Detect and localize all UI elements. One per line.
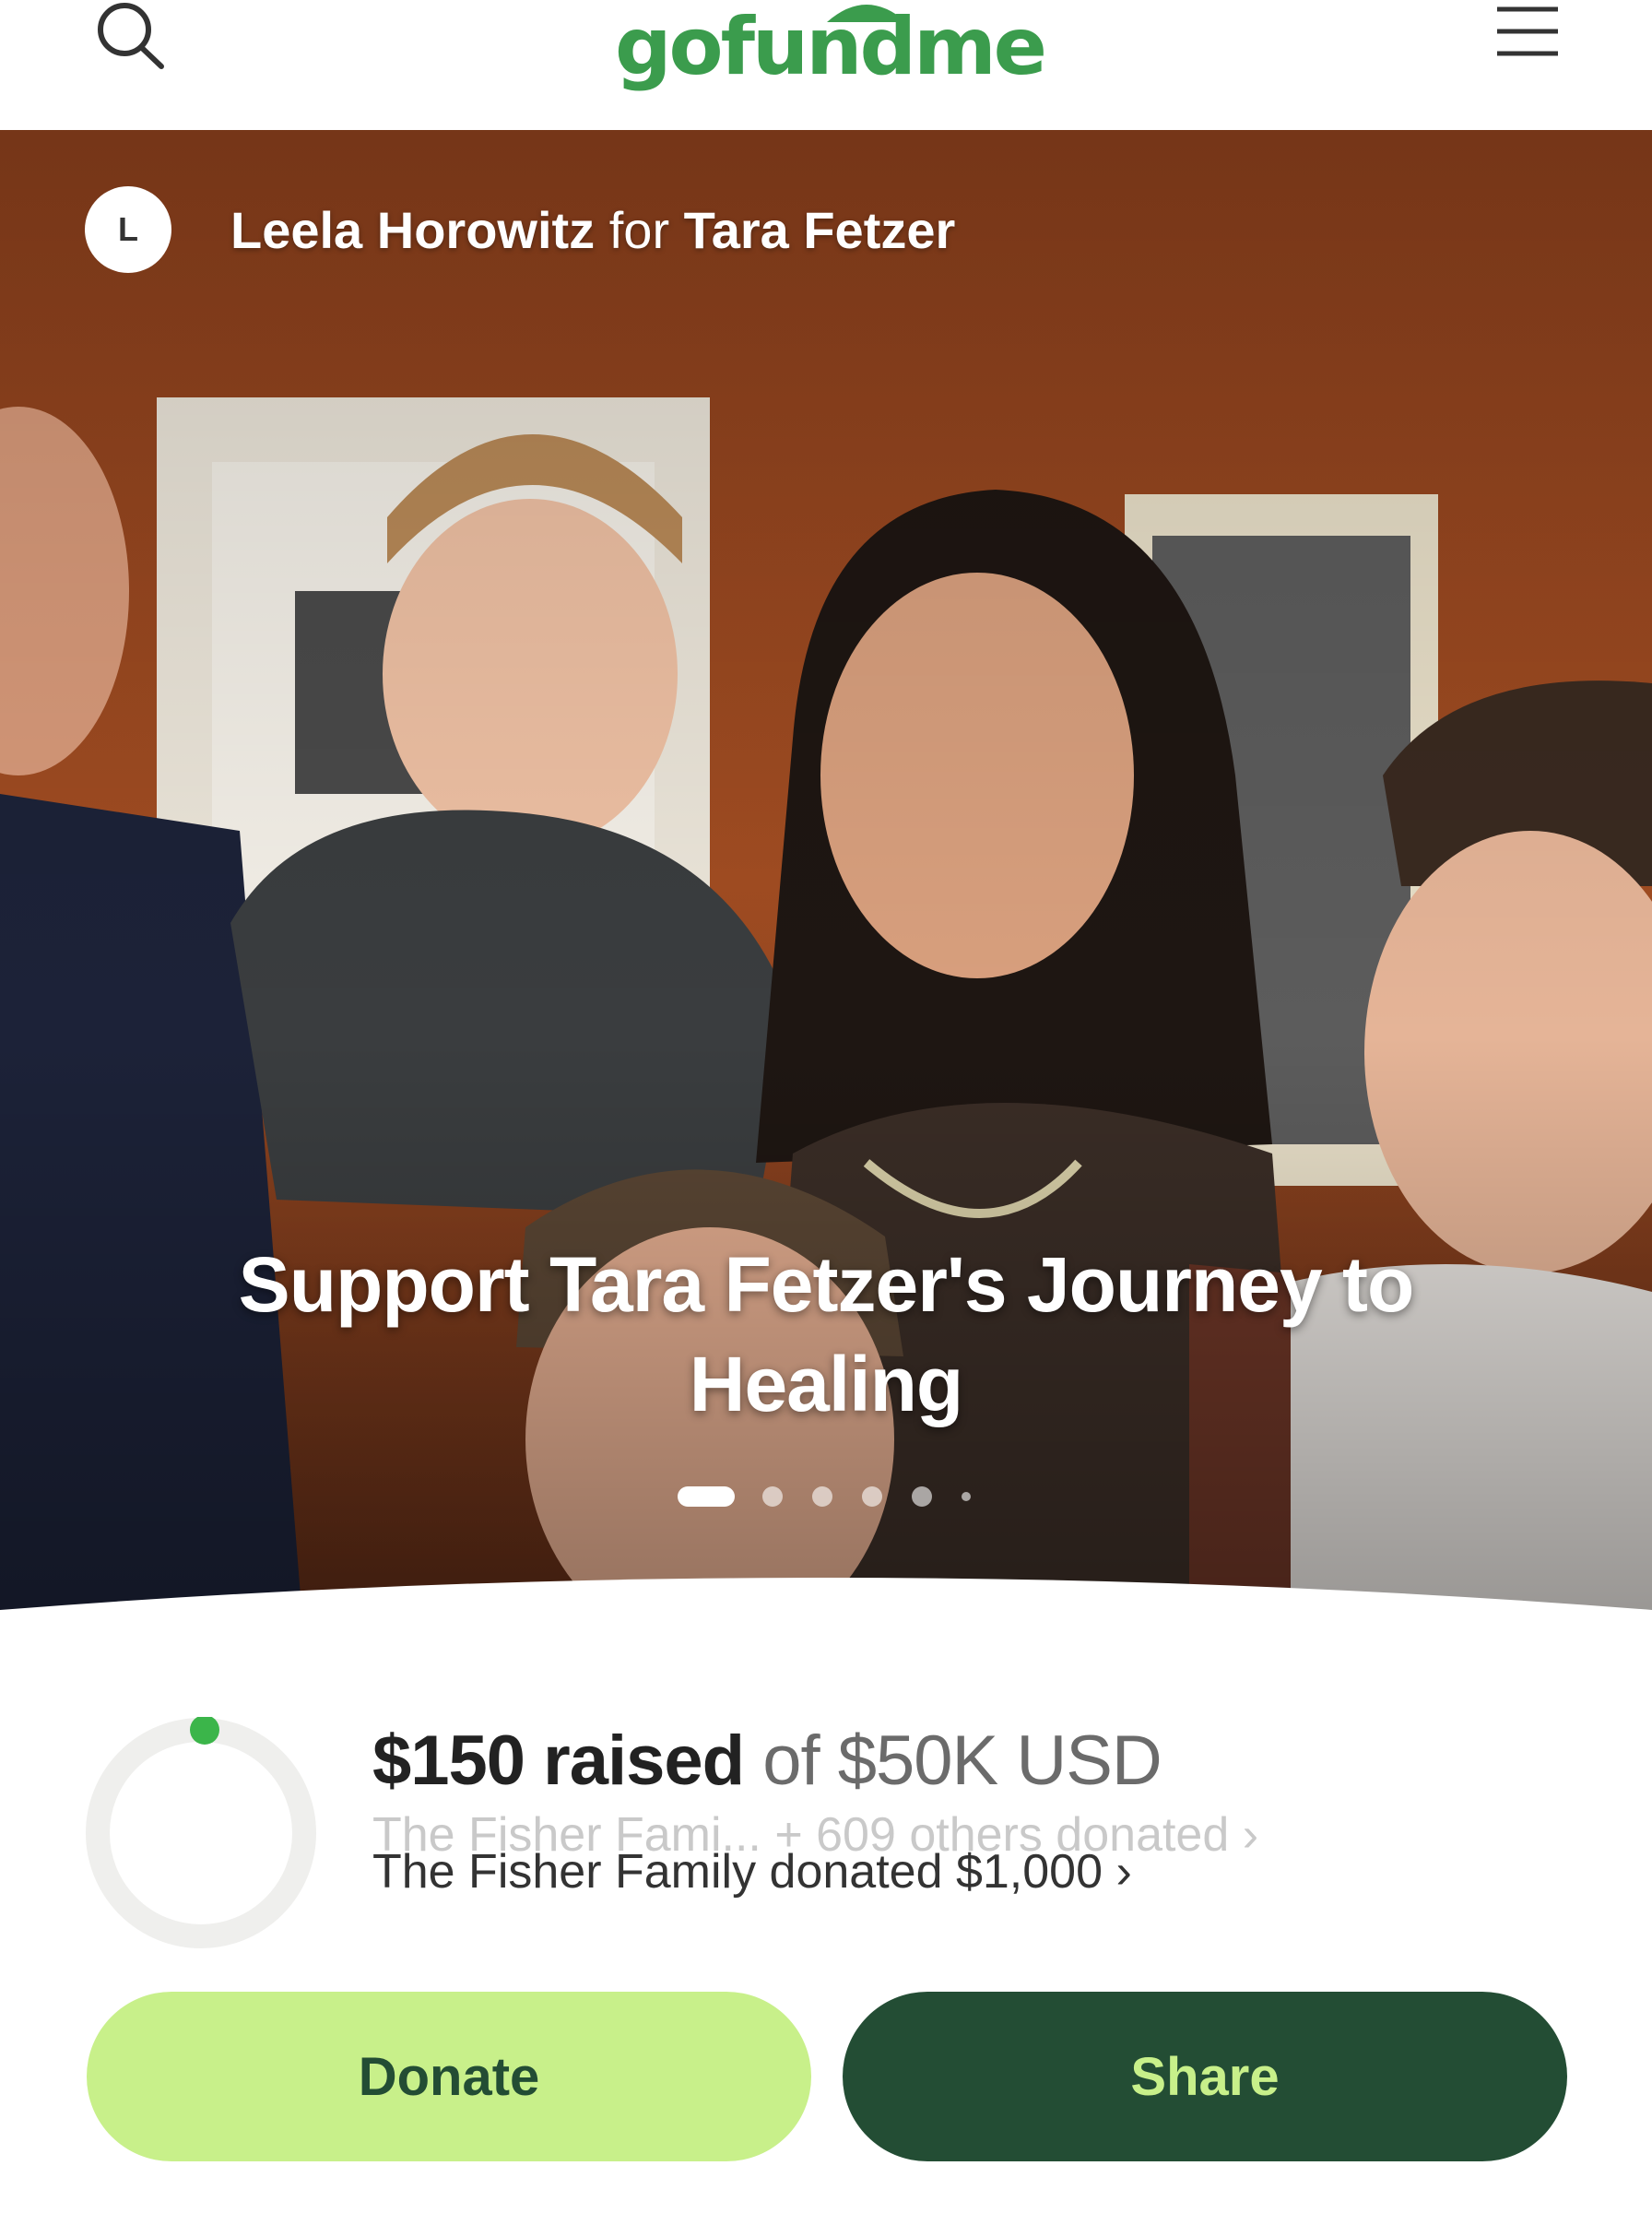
carousel-dot-1[interactable] xyxy=(678,1486,735,1507)
raised-amount: $150 raised xyxy=(372,1722,745,1800)
top-donor-text: The Fisher Family donated $1,000 xyxy=(372,1845,1103,1899)
campaign-hero[interactable]: L Leela Horowitz for Tara Fetzer Support… xyxy=(0,130,1652,1642)
chevron-right-icon: › xyxy=(1115,1845,1132,1899)
carousel-dot-6[interactable] xyxy=(962,1492,971,1501)
hamburger-menu-icon xyxy=(1497,6,1558,56)
organizer-connector: for xyxy=(608,200,670,259)
search-button[interactable] xyxy=(88,0,171,74)
campaign-title: Support Tara Fetzer's Journey to Healing xyxy=(238,1241,1415,1427)
organizer-line: Leela Horowitz for Tara Fetzer xyxy=(230,200,955,260)
carousel-dot-5[interactable] xyxy=(912,1486,932,1507)
hero-bottom-curve xyxy=(0,1578,1652,1642)
top-header: gofundme xyxy=(0,0,1652,130)
goal-amount: of $50K USD xyxy=(762,1722,1162,1800)
carousel-dot-3[interactable] xyxy=(812,1486,832,1507)
raised-summary: $150 raised of $50K USD xyxy=(372,1721,1162,1801)
organizer-info[interactable]: L Leela Horowitz for Tara Fetzer xyxy=(85,185,955,274)
carousel-dot-4[interactable] xyxy=(862,1486,882,1507)
carousel-dots xyxy=(678,1483,1000,1510)
carousel-dot-2[interactable] xyxy=(762,1486,783,1507)
logo-arc-icon xyxy=(827,5,906,22)
progress-ring xyxy=(86,1717,316,1948)
top-donor-line[interactable]: The Fisher Family donated $1,000 › xyxy=(372,1844,1132,1899)
beneficiary-name: Tara Fetzer xyxy=(683,200,956,259)
organizer-name: Leela Horowitz xyxy=(230,200,596,259)
gofundme-logo[interactable]: gofundme xyxy=(615,0,1047,98)
organizer-avatar: L xyxy=(85,186,171,273)
donate-button[interactable]: Donate xyxy=(87,1992,811,2161)
chevron-right-icon: › xyxy=(1242,1808,1259,1862)
share-button[interactable]: Share xyxy=(843,1992,1567,2161)
menu-button[interactable] xyxy=(1486,0,1569,65)
search-icon xyxy=(98,3,164,69)
